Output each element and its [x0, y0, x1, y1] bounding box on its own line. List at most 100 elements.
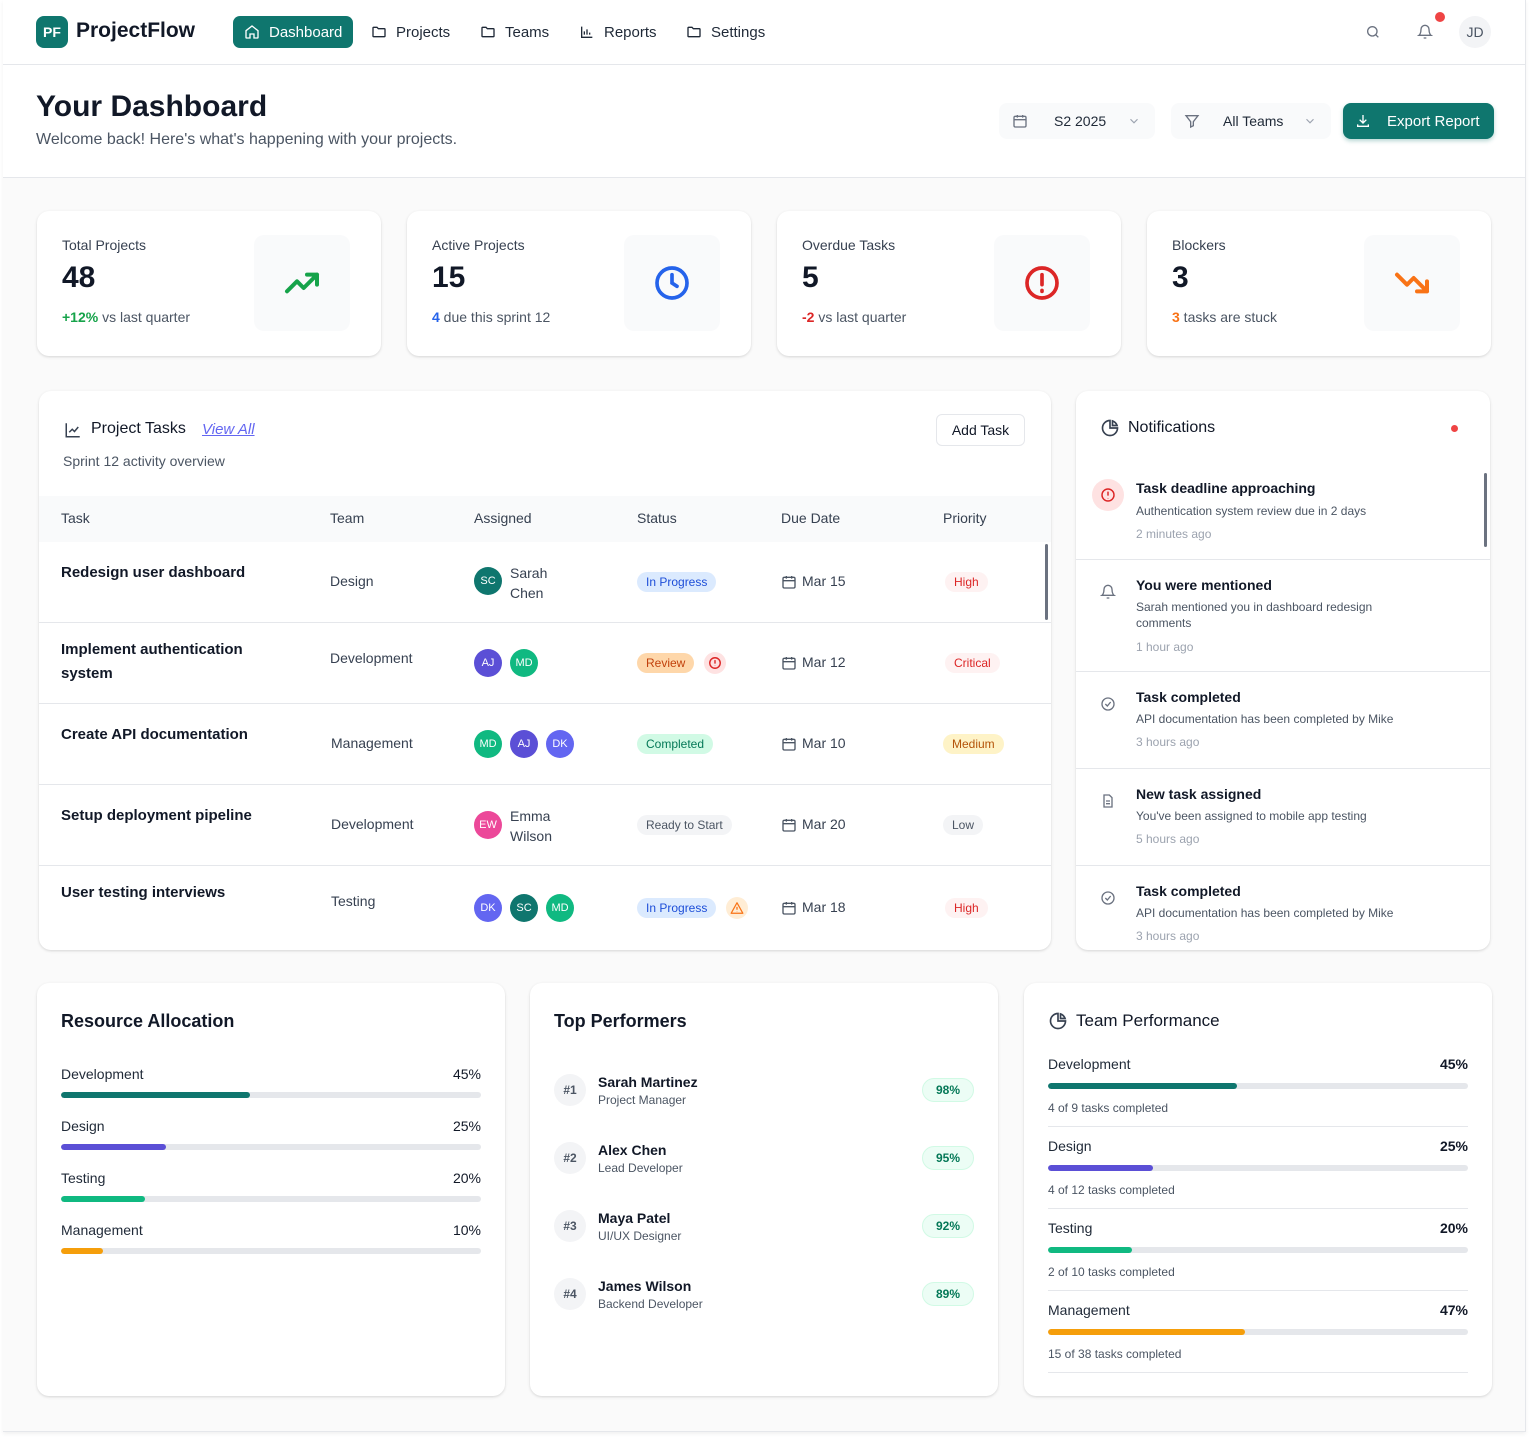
column-header[interactable]: Team [330, 496, 364, 540]
performer-name: Maya Patel [598, 1210, 671, 1226]
stat-label: Total Projects [62, 237, 147, 253]
calendar-icon [782, 738, 796, 751]
notification-item[interactable]: Task completed API documentation has bee… [1076, 672, 1490, 769]
pie-chart-icon [1049, 1012, 1067, 1030]
nav-dashboard[interactable]: Dashboard [233, 16, 354, 48]
nav-label: Settings [711, 23, 766, 41]
export-report-button[interactable]: Export Report [1343, 103, 1494, 139]
resource-bar [61, 1144, 481, 1150]
stat-highlight: 3 [1172, 309, 1180, 325]
period-select[interactable]: S2 2025 [999, 103, 1155, 139]
assignee-name: Sarah Chen [510, 565, 548, 601]
task-name: Create API documentation [61, 726, 248, 743]
notification-item[interactable]: You were mentioned Sarah mentioned you i… [1076, 560, 1490, 672]
column-header[interactable]: Task [61, 496, 90, 540]
stat-label: Active Projects [432, 237, 525, 253]
nav-label: Projects [396, 23, 451, 41]
notifications-scrollbar[interactable] [1484, 473, 1487, 547]
resource-label: Management [61, 1222, 143, 1238]
due-date: Mar 12 [802, 654, 846, 670]
table-row[interactable]: Setup deployment pipeline Development EW… [39, 785, 1051, 866]
stat-card-total-projects: Total Projects 48 +12% vs last quarter [37, 211, 381, 356]
table-row[interactable]: User testing interviews Testing DK SC MD… [39, 866, 1051, 947]
team-perf-note: 2 of 10 tasks completed [1048, 1265, 1175, 1279]
resource-bar-fill [61, 1196, 145, 1202]
avatar[interactable]: SC [510, 894, 538, 922]
nav-teams[interactable]: Teams [469, 16, 560, 48]
trending-up-icon [285, 272, 319, 294]
top-performers-title: Top Performers [554, 1011, 687, 1031]
avatar[interactable]: DK [546, 730, 574, 758]
team-perf-label: Design [1048, 1138, 1092, 1154]
notification-item[interactable]: Task deadline approaching Authentication… [1076, 464, 1490, 560]
due-date: Mar 18 [802, 899, 846, 915]
table-row[interactable]: Redesign user dashboard Design SC Sarah … [39, 542, 1051, 623]
notifications-button[interactable] [1411, 18, 1439, 46]
due-date: Mar 10 [802, 735, 846, 751]
task-team: Development [331, 816, 414, 832]
priority-badge: High [945, 898, 988, 918]
stat-value: 3 [1172, 261, 1189, 294]
calendar-icon [782, 576, 796, 589]
team-perf-bar [1048, 1247, 1468, 1253]
stat-value: 5 [802, 261, 819, 294]
user-avatar[interactable]: JD [1459, 16, 1491, 48]
nav-projects[interactable]: Projects [360, 16, 461, 48]
column-header[interactable]: Due Date [781, 496, 840, 540]
team-perf-pct: 20% [1439, 1220, 1468, 1236]
stat-value: 48 [62, 261, 96, 294]
avatar[interactable]: MD [510, 649, 538, 677]
avatar[interactable]: MD [546, 894, 574, 922]
task-name: Setup deployment pipeline [61, 807, 252, 824]
avatar[interactable]: DK [474, 894, 502, 922]
performer-role: Project Manager [598, 1093, 687, 1107]
stat-note-text: tasks are stuck [1179, 309, 1278, 325]
search-button[interactable] [1359, 18, 1387, 46]
task-name: User testing interviews [61, 884, 226, 901]
app-logo[interactable]: PF [36, 16, 68, 48]
table-scrollbar[interactable] [1045, 544, 1048, 620]
avatar[interactable]: AJ [474, 649, 502, 677]
team-perf-bar [1048, 1083, 1468, 1089]
avatar[interactable]: MD [474, 730, 502, 758]
team-perf-pct: 47% [1439, 1302, 1468, 1318]
nav-reports[interactable]: Reports [568, 16, 668, 48]
view-all-link[interactable]: View All [202, 421, 255, 438]
notification-item[interactable]: Task completed API documentation has bee… [1076, 866, 1490, 950]
team-perf-label: Testing [1048, 1220, 1093, 1236]
table-row[interactable]: Implement authentication system Developm… [39, 623, 1051, 704]
resource-bar-fill [61, 1092, 250, 1098]
column-header[interactable]: Priority [943, 496, 987, 540]
table-row[interactable]: Create API documentation Management MD A… [39, 704, 1051, 785]
team-perf-bar-fill [1048, 1165, 1153, 1171]
performer-rank: #3 [554, 1210, 586, 1242]
avatar[interactable]: EW [474, 811, 502, 839]
stat-icon-box [624, 235, 720, 331]
chevron-down-icon [1306, 118, 1314, 124]
notification-item[interactable]: New task assigned You've been assigned t… [1076, 769, 1490, 866]
resource-bar [61, 1248, 481, 1254]
top-navigation-bar: PF ProjectFlow Dashboard Projects Teams … [3, 0, 1525, 65]
avatar[interactable]: SC [474, 567, 502, 595]
notification-title: You were mentioned [1136, 577, 1272, 593]
stat-icon-box [1364, 235, 1460, 331]
team-select[interactable]: All Teams [1171, 103, 1331, 139]
performer-role: Backend Developer [598, 1297, 703, 1311]
notification-time: 1 hour ago [1136, 640, 1194, 654]
column-header[interactable]: Status [637, 496, 677, 540]
add-task-button[interactable]: Add Task [936, 414, 1025, 446]
performer-role: UI/UX Designer [598, 1229, 682, 1243]
nav-settings[interactable]: Settings [675, 16, 776, 48]
stat-card-overdue-tasks: Overdue Tasks 5 -2 vs last quarter [777, 211, 1121, 356]
team-performance-title: Team Performance [1076, 1011, 1220, 1030]
divider [1048, 1126, 1468, 1127]
unread-dot [1451, 425, 1458, 432]
notification-title: Task deadline approaching [1136, 480, 1316, 496]
performer-name: James Wilson [598, 1278, 692, 1294]
project-tasks-card: Project Tasks View All Sprint 12 activit… [39, 391, 1051, 950]
clock-icon [655, 266, 689, 300]
status-badge: Review [637, 653, 695, 673]
avatar[interactable]: AJ [510, 730, 538, 758]
column-header[interactable]: Assigned [474, 496, 532, 540]
task-team: Design [330, 573, 374, 589]
